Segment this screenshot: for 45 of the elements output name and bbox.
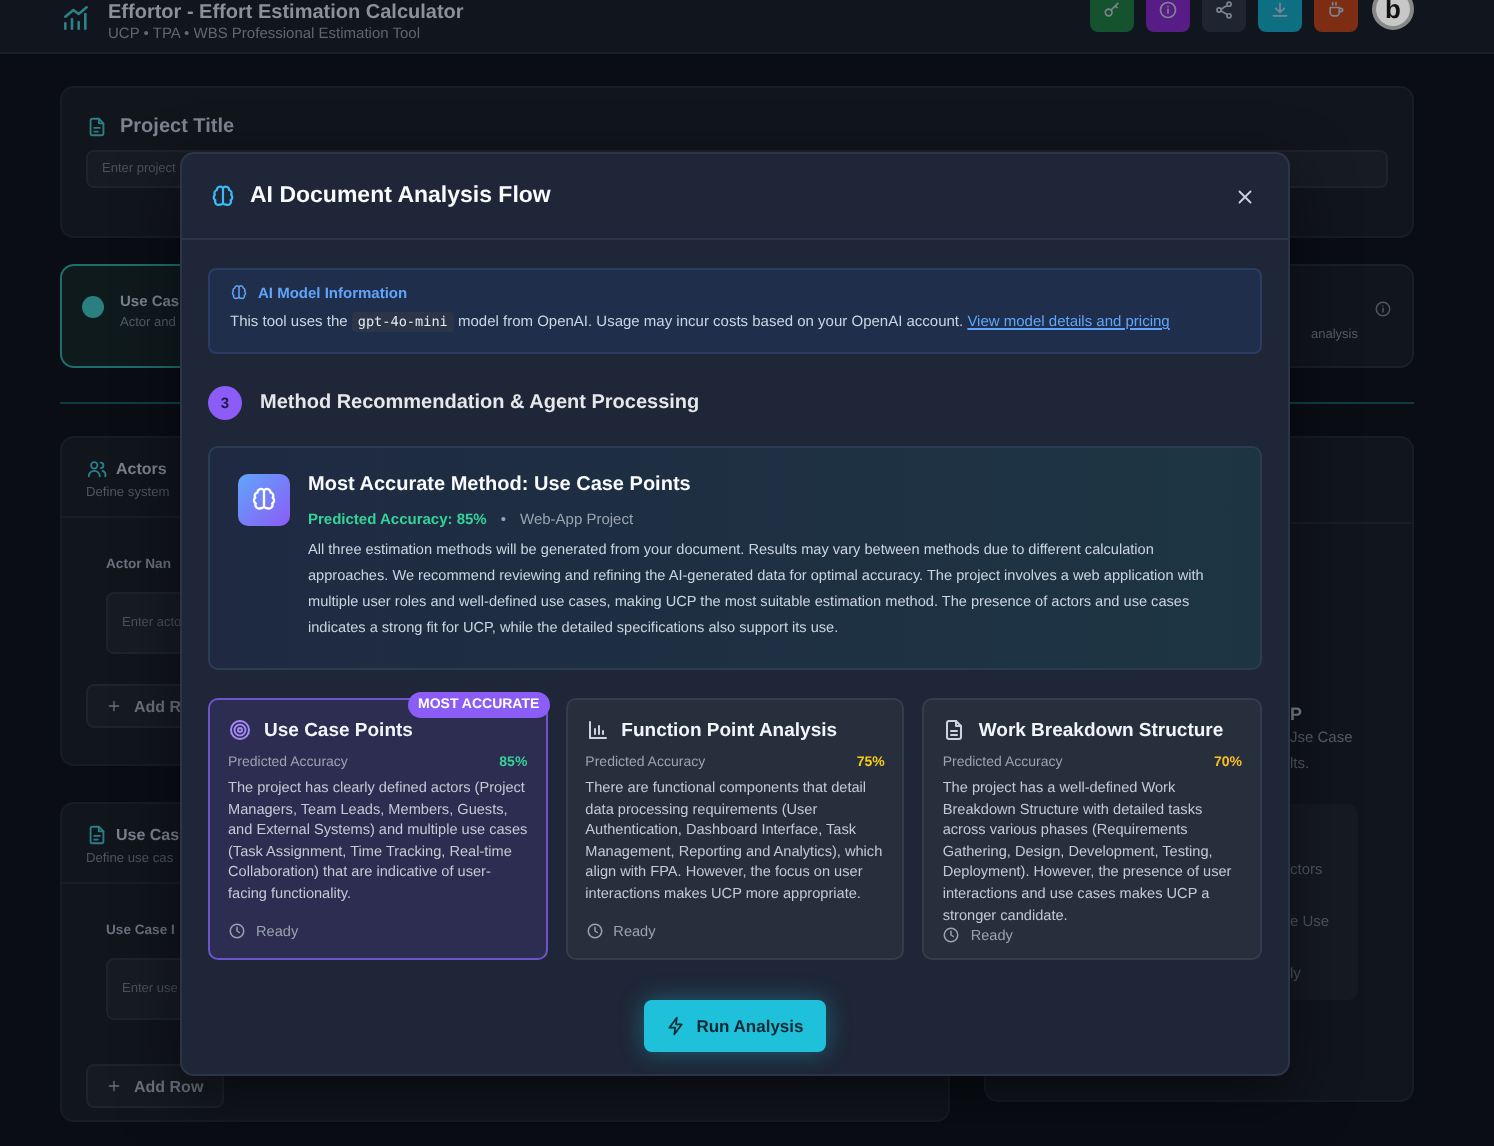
target-icon bbox=[228, 718, 252, 742]
coffee-cup-button[interactable] bbox=[1314, 0, 1358, 32]
file-icon bbox=[86, 116, 108, 138]
info-icon bbox=[1374, 300, 1392, 318]
bolt-icon bbox=[666, 1016, 687, 1036]
users-icon bbox=[86, 458, 108, 480]
plus-icon bbox=[106, 698, 122, 714]
section-title: Actors bbox=[116, 460, 167, 478]
brain-icon bbox=[230, 284, 248, 302]
info-icon bbox=[1158, 0, 1178, 20]
section-title: Project Title bbox=[120, 116, 235, 138]
info-button[interactable] bbox=[1146, 0, 1190, 32]
run-analysis-button[interactable]: Run Analysis bbox=[644, 1000, 826, 1052]
results-title: P bbox=[1290, 704, 1305, 724]
plus-icon bbox=[106, 1078, 122, 1094]
logo-icon bbox=[60, 2, 92, 34]
clock-icon bbox=[942, 926, 961, 945]
file-icon bbox=[86, 824, 108, 846]
method-title: Use Case Points bbox=[264, 719, 413, 741]
close-icon bbox=[1234, 185, 1256, 207]
step-title: Method Recommendation & Agent Processing bbox=[260, 391, 700, 413]
clock-icon bbox=[228, 922, 246, 940]
method-card[interactable] bbox=[208, 698, 548, 960]
brain-icon bbox=[238, 474, 290, 526]
download-button[interactable] bbox=[1258, 0, 1302, 32]
bar-chart-icon bbox=[585, 718, 610, 742]
key-button[interactable] bbox=[1090, 0, 1134, 32]
method-title: Function Point Analysis bbox=[621, 719, 838, 741]
add-row-button[interactable]: Add Row bbox=[86, 1064, 224, 1108]
method-title: Work Breakdown Structure bbox=[978, 719, 1224, 741]
clock-icon bbox=[585, 922, 604, 940]
method-card[interactable] bbox=[565, 698, 905, 960]
key-icon bbox=[1102, 0, 1122, 20]
app-title: Effortor - Effort Estimation Calculator bbox=[108, 2, 464, 24]
coffee-cup-icon bbox=[1326, 0, 1346, 20]
section-title: Use Cas bbox=[116, 826, 180, 844]
modal-title: AI Document Analysis Flow bbox=[250, 184, 553, 208]
status-dot bbox=[82, 296, 104, 318]
share-icon bbox=[1214, 0, 1234, 20]
recommendation-title: Most Accurate Method: Use Case Points bbox=[308, 474, 693, 496]
document-icon bbox=[942, 718, 967, 742]
download-icon bbox=[1270, 0, 1290, 20]
share-button[interactable] bbox=[1202, 0, 1246, 32]
brain-icon bbox=[210, 183, 236, 209]
method-card[interactable] bbox=[922, 698, 1263, 960]
